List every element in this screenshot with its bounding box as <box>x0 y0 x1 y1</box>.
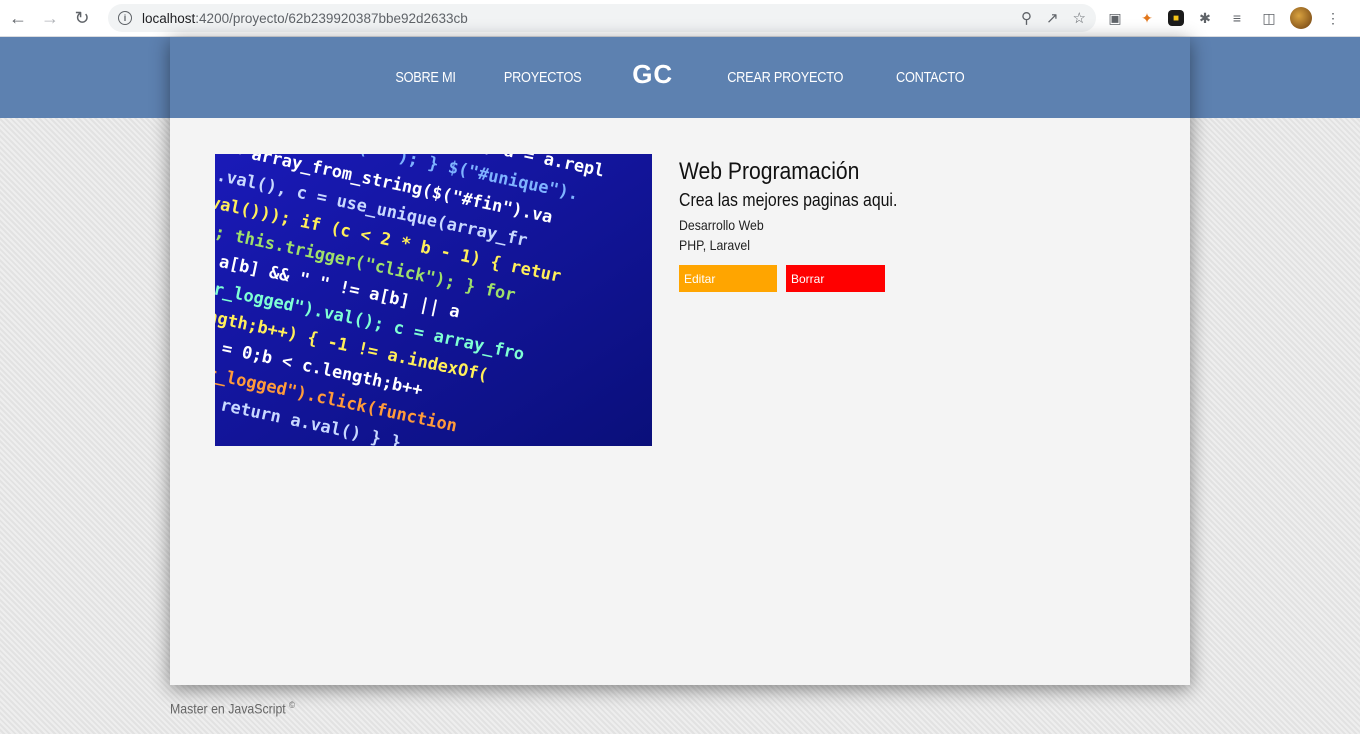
project-category: Desarrollo Web <box>679 217 764 233</box>
extension-box-icon[interactable]: ■ <box>1168 10 1184 26</box>
forward-icon[interactable]: → <box>36 4 64 32</box>
reload-icon[interactable]: ↻ <box>68 4 96 32</box>
zoom-icon[interactable]: ⚲ <box>1021 9 1032 27</box>
project-langs: PHP, Laravel <box>679 237 751 253</box>
profile-avatar[interactable] <box>1290 7 1312 29</box>
main-nav: SOBRE MI PROYECTOS GC CREAR PROYECTO CON… <box>170 37 1190 118</box>
copyright-symbol: © <box>289 700 295 710</box>
extensions-puzzle-icon[interactable]: ✱ <box>1194 7 1216 29</box>
nav-contacto[interactable]: CONTACTO <box>896 69 965 86</box>
back-icon[interactable]: ← <box>4 4 32 32</box>
browser-toolbar: ← → ↻ i localhost:4200/proyecto/62b23992… <box>0 0 1360 37</box>
metamask-icon[interactable]: ✦ <box>1136 7 1158 29</box>
header: SOBRE MI PROYECTOS GC CREAR PROYECTO CON… <box>170 37 1190 118</box>
side-panel-icon[interactable]: ◫ <box>1258 7 1280 29</box>
url-host: localhost <box>142 10 196 26</box>
cast-icon[interactable]: ▣ <box>1104 7 1126 29</box>
edit-button[interactable]: Editar <box>679 265 777 292</box>
reading-list-icon[interactable]: ≡ <box>1226 7 1248 29</box>
address-bar[interactable]: i localhost:4200/proyecto/62b239920387bb… <box>108 4 1096 32</box>
project-image: • replaceAll(",", " ", a); a = a.repl re… <box>215 154 652 446</box>
project-description: Crea las mejores paginas aqui. <box>679 190 898 210</box>
action-buttons: Editar Borrar <box>679 265 1039 292</box>
delete-button[interactable]: Borrar <box>786 265 885 292</box>
page-background: SOBRE MI PROYECTOS GC CREAR PROYECTO CON… <box>0 37 1360 734</box>
project-title: Web Programación <box>679 158 860 185</box>
menu-kebab-icon[interactable]: ⋮ <box>1322 7 1344 29</box>
nav-crear-proyecto[interactable]: CREAR PROYECTO <box>727 69 843 86</box>
project-details: Web Programación Crea las mejores pagina… <box>679 158 1039 292</box>
footer-text: Master en JavaScript <box>170 700 286 717</box>
logo[interactable]: GC <box>632 59 673 90</box>
site-info-icon[interactable]: i <box>118 11 132 25</box>
nav-sobre-mi[interactable]: SOBRE MI <box>395 69 456 86</box>
nav-proyectos[interactable]: PROYECTOS <box>504 69 582 86</box>
footer: Master en JavaScript © <box>170 700 295 717</box>
share-icon[interactable]: ↗ <box>1046 9 1059 27</box>
content-card: SOBRE MI PROYECTOS GC CREAR PROYECTO CON… <box>170 37 1190 685</box>
url-path: :4200/proyecto/62b239920387bbe92d2633cb <box>195 10 468 26</box>
bookmark-star-icon[interactable]: ☆ <box>1073 9 1086 27</box>
